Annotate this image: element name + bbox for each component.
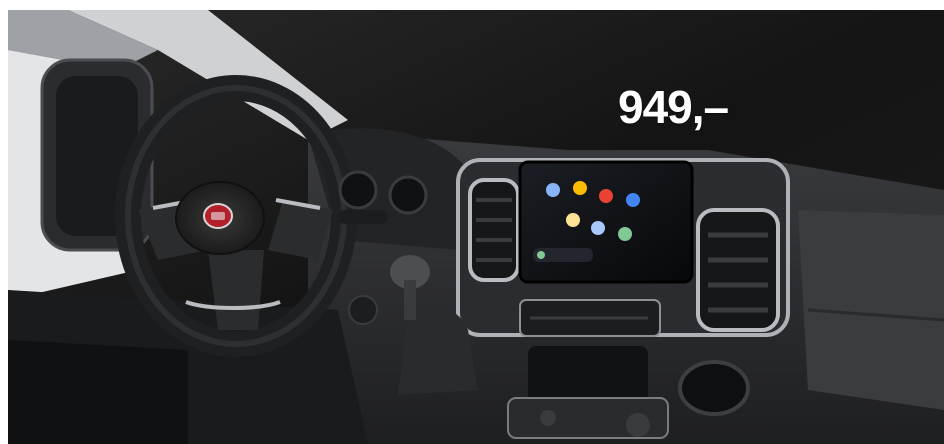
air-vent-left [468, 178, 520, 282]
app-icon [599, 189, 613, 203]
app-icon [626, 193, 640, 207]
fiat-logo-icon [203, 203, 233, 229]
app-icon [573, 181, 587, 195]
infotainment-screen [518, 160, 694, 284]
air-vent-right [696, 208, 780, 332]
app-icon [546, 183, 560, 197]
app-icon [591, 221, 605, 235]
price-label: 949,– [618, 81, 729, 133]
app-icon [618, 227, 632, 241]
car-interior-photo [8, 10, 944, 444]
app-icon [566, 213, 580, 227]
cup-holder-icon [678, 360, 750, 416]
